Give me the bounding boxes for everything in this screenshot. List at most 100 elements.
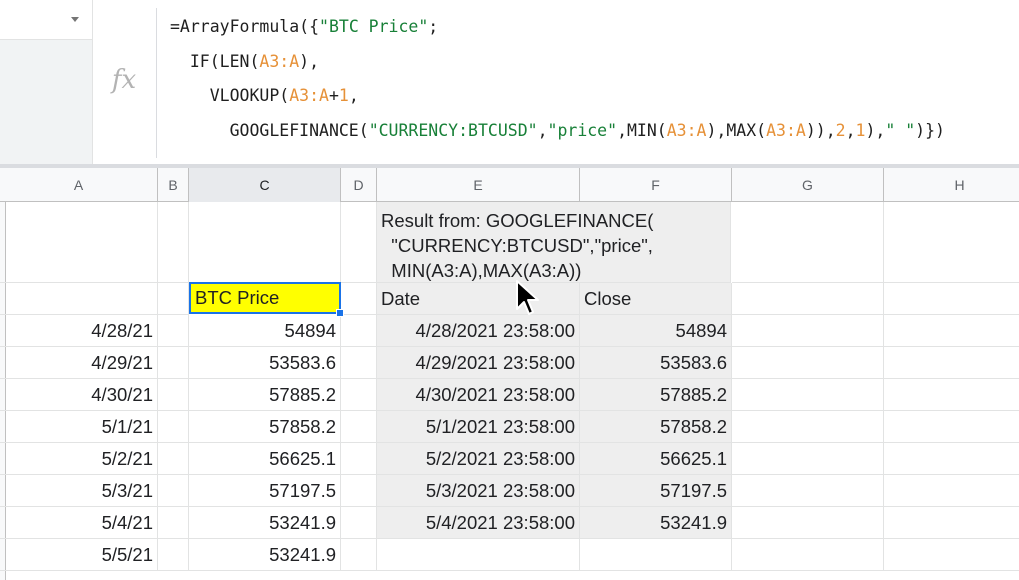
cell-date-a[interactable]: 4/30/21: [0, 379, 158, 411]
cell-h[interactable]: [884, 411, 1019, 443]
column-header-e[interactable]: E: [377, 168, 580, 202]
formula-input[interactable]: =ArrayFormula({"BTC Price"; IF(LEN(A3:A)…: [170, 10, 1010, 148]
formula-token: ,MIN(: [617, 120, 667, 140]
cell-row1[interactable]: [884, 202, 1019, 283]
column-header-f[interactable]: F: [580, 168, 732, 202]
cell-result-date-e[interactable]: 4/29/2021 23:58:00: [377, 347, 580, 379]
cell-d[interactable]: [341, 507, 377, 539]
cell-price-c[interactable]: 54894: [189, 315, 341, 347]
cell-h[interactable]: [884, 475, 1019, 507]
cell-d[interactable]: [341, 443, 377, 475]
fill-handle[interactable]: [336, 309, 344, 317]
cell-result-date-e[interactable]: 5/4/2021 23:58:00: [377, 507, 580, 539]
cell-b[interactable]: [158, 539, 189, 571]
cell-g[interactable]: [732, 475, 884, 507]
column-header-h[interactable]: H: [884, 168, 1019, 202]
name-box-dropdown-icon[interactable]: [71, 17, 79, 22]
cell-price-c[interactable]: 56625.1: [189, 443, 341, 475]
cell-b[interactable]: [158, 507, 189, 539]
cell-result-close-f[interactable]: 57885.2: [580, 379, 732, 411]
cell-d[interactable]: [341, 315, 377, 347]
cell-g[interactable]: [732, 347, 884, 379]
cell-price-c[interactable]: 53241.9: [189, 507, 341, 539]
cell-result-date-e[interactable]: [377, 539, 580, 571]
cell-h[interactable]: [884, 315, 1019, 347]
formula-token: A3:A: [289, 86, 329, 105]
column-header-c[interactable]: C: [189, 168, 341, 202]
formula-token: A3:A: [666, 120, 707, 140]
cell-date-a[interactable]: 5/4/21: [0, 507, 158, 539]
cell-g[interactable]: [732, 315, 884, 347]
cell-g[interactable]: [732, 411, 884, 443]
cell-date-a[interactable]: 5/2/21: [0, 443, 158, 475]
formula-token: )}): [915, 120, 945, 140]
cell-result-close-f[interactable]: 57197.5: [580, 475, 732, 507]
googlefinance-result-note[interactable]: Result from: GOOGLEFINANCE( "CURRENCY:BT…: [377, 202, 731, 283]
cell-result-close-f[interactable]: [580, 539, 732, 571]
cell-row2[interactable]: [0, 283, 158, 315]
cell-result-close-f[interactable]: 53583.6: [580, 347, 732, 379]
formula-token: IF(LEN(: [170, 51, 260, 71]
cell-d[interactable]: [341, 347, 377, 379]
cell-row1[interactable]: [732, 202, 884, 283]
column-header-g[interactable]: G: [732, 168, 884, 202]
formula-token: ,: [348, 86, 359, 105]
formula-token: ),: [299, 51, 320, 71]
cell-row2[interactable]: [732, 283, 884, 315]
cell-d[interactable]: [341, 411, 377, 443]
cell-date-a[interactable]: 4/29/21: [0, 347, 158, 379]
cell-e2-date[interactable]: Date: [377, 283, 580, 315]
cell-price-c[interactable]: 53241.9: [189, 539, 341, 571]
cell-h[interactable]: [884, 443, 1019, 475]
cell-row2[interactable]: [884, 283, 1019, 315]
cell-result-date-e[interactable]: 4/30/2021 23:58:00: [377, 379, 580, 411]
cell-result-close-f[interactable]: 56625.1: [580, 443, 732, 475]
cell-d[interactable]: [341, 539, 377, 571]
cell-h[interactable]: [884, 507, 1019, 539]
cell-d[interactable]: [341, 379, 377, 411]
formula-token: "price": [547, 120, 618, 140]
cell-price-c[interactable]: 57197.5: [189, 475, 341, 507]
formula-token: 1: [338, 86, 349, 105]
cell-result-date-e[interactable]: 5/3/2021 23:58:00: [377, 475, 580, 507]
cell-f2-close[interactable]: Close: [580, 283, 732, 315]
cell-row1[interactable]: [341, 202, 377, 283]
column-header-b[interactable]: B: [158, 168, 189, 202]
cell-result-close-f[interactable]: 53241.9: [580, 507, 732, 539]
cell-result-date-e[interactable]: 5/2/2021 23:58:00: [377, 443, 580, 475]
cell-g[interactable]: [732, 379, 884, 411]
cell-result-close-f[interactable]: 54894: [580, 315, 732, 347]
cell-b[interactable]: [158, 347, 189, 379]
cell-row1[interactable]: [189, 202, 341, 283]
cell-result-close-f[interactable]: 57858.2: [580, 411, 732, 443]
cell-row2[interactable]: [158, 283, 189, 315]
cell-b[interactable]: [158, 443, 189, 475]
cell-row1[interactable]: [158, 202, 189, 283]
cell-price-c[interactable]: 53583.6: [189, 347, 341, 379]
cell-b[interactable]: [158, 475, 189, 507]
column-header-d[interactable]: D: [341, 168, 377, 202]
cell-b[interactable]: [158, 315, 189, 347]
cell-g[interactable]: [732, 539, 884, 571]
cell-date-a[interactable]: 4/28/21: [0, 315, 158, 347]
cell-date-a[interactable]: 5/5/21: [0, 539, 158, 571]
column-header-a[interactable]: A: [0, 168, 158, 202]
cell-price-c[interactable]: 57858.2: [189, 411, 341, 443]
cell-result-date-e[interactable]: 5/1/2021 23:58:00: [377, 411, 580, 443]
cell-h[interactable]: [884, 539, 1019, 571]
formula-token: "BTC Price": [319, 17, 429, 36]
cell-result-date-e[interactable]: 4/28/2021 23:58:00: [377, 315, 580, 347]
cell-row2[interactable]: [341, 283, 377, 315]
cell-date-a[interactable]: 5/1/21: [0, 411, 158, 443]
cell-b[interactable]: [158, 379, 189, 411]
cell-price-c[interactable]: 57885.2: [189, 379, 341, 411]
cell-c2-btc-price[interactable]: BTC Price: [189, 282, 341, 314]
cell-h[interactable]: [884, 379, 1019, 411]
cell-row1[interactable]: [0, 202, 158, 283]
cell-date-a[interactable]: 5/3/21: [0, 475, 158, 507]
cell-g[interactable]: [732, 507, 884, 539]
cell-d[interactable]: [341, 475, 377, 507]
cell-g[interactable]: [732, 443, 884, 475]
cell-h[interactable]: [884, 347, 1019, 379]
cell-b[interactable]: [158, 411, 189, 443]
